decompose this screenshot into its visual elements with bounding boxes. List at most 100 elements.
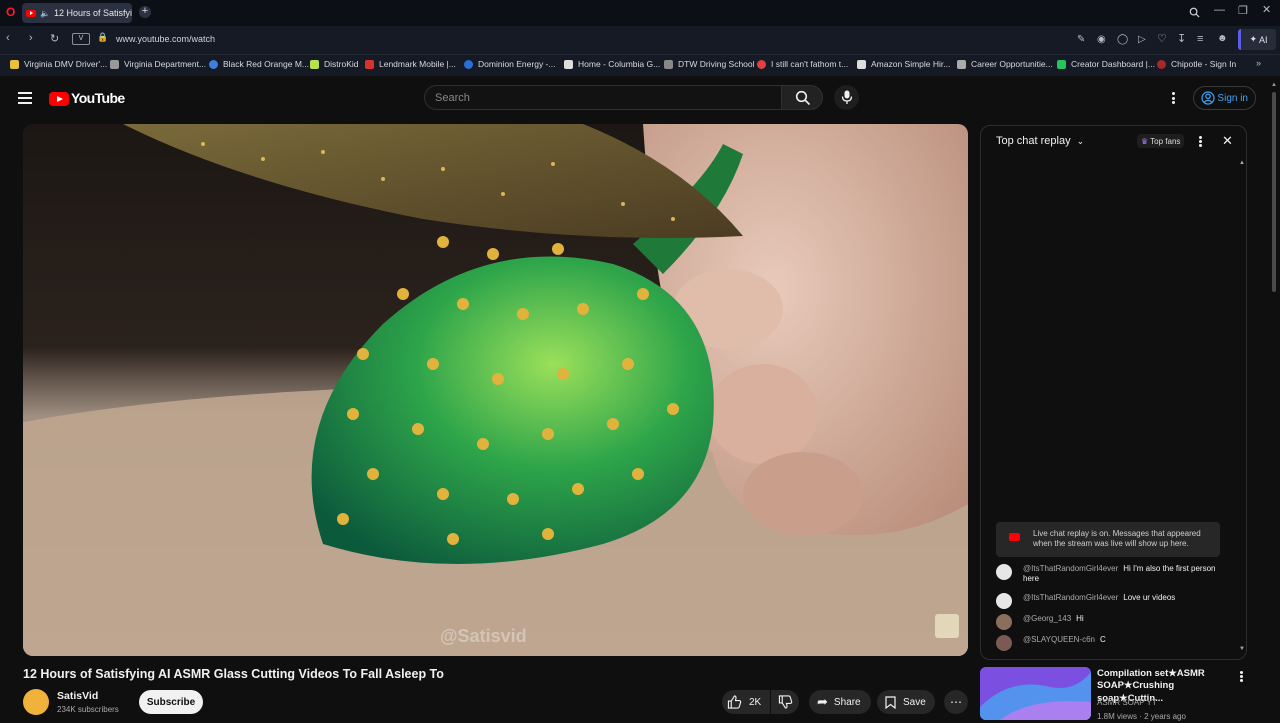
bookmark-item[interactable]: Home - Columbia G... bbox=[564, 59, 660, 69]
camera-icon[interactable]: ◉ bbox=[1097, 35, 1106, 45]
reload-icon[interactable]: ↻ bbox=[50, 34, 59, 45]
crown-icon: ♛ bbox=[1141, 136, 1149, 146]
bookmark-label: Virginia DMV Driver'... bbox=[24, 59, 108, 69]
thumbs-up-icon bbox=[727, 695, 742, 709]
chat-author[interactable]: @Georg_143 bbox=[1023, 614, 1071, 623]
bookmark-item[interactable]: Dominion Energy -... bbox=[464, 59, 555, 69]
lock-icon[interactable]: 🔒 bbox=[97, 33, 108, 42]
recommended-age: 2 years ago bbox=[1144, 711, 1186, 721]
sign-in-button[interactable]: Sign in bbox=[1193, 86, 1256, 110]
chat-author[interactable]: @SLAYQUEEN-c6n bbox=[1023, 635, 1095, 644]
like-button[interactable]: 2K bbox=[722, 690, 770, 714]
thumbs-down-icon bbox=[778, 695, 792, 709]
heart-icon[interactable]: ♡ bbox=[1157, 34, 1167, 45]
minimize-icon[interactable]: — bbox=[1214, 5, 1225, 16]
restore-icon[interactable]: ❐ bbox=[1238, 6, 1248, 17]
bookmark-item[interactable]: Career Opportunitie... bbox=[957, 59, 1053, 69]
browser-tab-active[interactable]: 🔈 12 Hours of Satisfying bbox=[22, 3, 132, 23]
share-label: Share bbox=[833, 696, 861, 708]
bookmark-item[interactable]: Virginia Department... bbox=[110, 59, 206, 69]
bookmark-item[interactable]: Lendmark Mobile |... bbox=[365, 59, 456, 69]
settings-more-icon[interactable] bbox=[1172, 92, 1176, 104]
chat-avatar[interactable] bbox=[996, 635, 1012, 651]
video-player[interactable] bbox=[23, 124, 968, 656]
forward-icon[interactable]: › bbox=[29, 33, 33, 44]
chat-author[interactable]: @ItsThatRandomGirl4ever bbox=[1023, 593, 1118, 602]
bookmark-label: Home - Columbia G... bbox=[578, 59, 661, 69]
speaker-icon[interactable]: 🔈 bbox=[40, 9, 50, 18]
close-chat-icon[interactable]: ✕ bbox=[1222, 133, 1233, 149]
channel-name[interactable]: SatisVid bbox=[57, 690, 98, 702]
recommended-views: 1.8M views bbox=[1097, 711, 1138, 721]
channel-avatar[interactable] bbox=[23, 689, 49, 715]
bookmark-label: DistroKid bbox=[324, 59, 359, 69]
player-icon[interactable]: ▷ bbox=[1138, 35, 1146, 45]
bookmark-item[interactable]: DistroKid bbox=[310, 59, 358, 69]
chat-scrollbar[interactable]: ▲ ▼ bbox=[1239, 160, 1245, 652]
bookmark-favicon-icon bbox=[757, 59, 766, 69]
page-scrollbar[interactable]: ▲ bbox=[1271, 82, 1277, 712]
opera-menu-icon[interactable]: O bbox=[6, 6, 15, 18]
chat-mode-dropdown[interactable]: Top chat replay ⌄ bbox=[996, 135, 1084, 147]
chat-replay-notice: Live chat replay is on. Messages that ap… bbox=[996, 522, 1220, 557]
easy-setup-icon[interactable]: ≡ bbox=[1197, 34, 1203, 45]
shield-icon[interactable]: ◯ bbox=[1117, 35, 1128, 45]
ai-label: AI bbox=[1259, 34, 1268, 45]
chat-message: @SLAYQUEEN-c6n C bbox=[996, 635, 1216, 651]
bookmarks-more-icon[interactable]: » bbox=[1256, 59, 1261, 68]
bookmark-favicon-icon bbox=[10, 59, 19, 69]
microphone-icon bbox=[841, 90, 853, 104]
bookmark-item[interactable]: Black Red Orange M... bbox=[209, 59, 309, 69]
search-tabs-icon[interactable] bbox=[1189, 7, 1200, 21]
ai-icon: ✦ bbox=[1249, 34, 1258, 44]
bookmark-item[interactable]: DTW Driving School bbox=[664, 59, 755, 69]
recommended-video-thumbnail[interactable] bbox=[980, 667, 1091, 720]
bookmark-favicon-icon bbox=[857, 59, 866, 69]
bookmark-item[interactable]: Virginia DMV Driver'... bbox=[10, 59, 107, 69]
save-button[interactable]: Save bbox=[877, 690, 935, 714]
top-fans-label: Top fans bbox=[1150, 136, 1181, 146]
search-button[interactable] bbox=[781, 85, 823, 110]
download-icon[interactable]: ↧ bbox=[1177, 34, 1186, 45]
youtube-logo-text[interactable]: YouTube bbox=[71, 90, 125, 106]
top-fans-button[interactable]: ♛ Top fans bbox=[1137, 134, 1185, 148]
bookmark-label: Virginia Department... bbox=[124, 59, 207, 69]
url-field[interactable]: www.youtube.com/watch bbox=[116, 34, 215, 44]
bookmark-item[interactable]: Chipotle - Sign In bbox=[1157, 59, 1236, 69]
chat-text: Love ur videos bbox=[1123, 593, 1176, 602]
video-frame bbox=[23, 124, 968, 656]
bookmark-label: DTW Driving School bbox=[678, 59, 755, 69]
youtube-logo-icon[interactable] bbox=[49, 92, 69, 106]
bookmark-item[interactable]: I still can't fathom t... bbox=[757, 59, 848, 69]
vpn-badge[interactable]: V bbox=[72, 33, 90, 45]
back-icon[interactable]: ‹ bbox=[6, 33, 10, 44]
ai-button[interactable]: ✦ AI bbox=[1238, 29, 1276, 50]
thumbnail-image bbox=[980, 667, 1091, 720]
search-input[interactable] bbox=[425, 86, 781, 109]
chat-more-icon[interactable] bbox=[1199, 136, 1203, 147]
more-actions-button[interactable]: ⋯ bbox=[944, 690, 968, 714]
share-button[interactable]: ➦ Share bbox=[809, 690, 871, 714]
chat-avatar[interactable] bbox=[996, 593, 1012, 609]
subscribe-button[interactable]: Subscribe bbox=[139, 690, 203, 714]
bookmark-label: Amazon Simple Hir... bbox=[871, 59, 951, 69]
close-window-icon[interactable]: ✕ bbox=[1262, 5, 1271, 16]
profile-icon[interactable]: ☻ bbox=[1217, 34, 1228, 44]
edit-page-icon[interactable]: ✎ bbox=[1077, 35, 1085, 45]
chat-avatar[interactable] bbox=[996, 564, 1012, 580]
chat-author[interactable]: @ItsThatRandomGirl4ever bbox=[1023, 564, 1118, 573]
bookmark-item[interactable]: Creator Dashboard |... bbox=[1057, 59, 1155, 69]
hamburger-menu-icon[interactable] bbox=[18, 92, 32, 104]
voice-search-button[interactable] bbox=[834, 85, 859, 110]
recommended-more-icon[interactable] bbox=[1240, 671, 1244, 682]
tab-title: 12 Hours of Satisfying bbox=[53, 8, 132, 18]
new-tab-button[interactable]: + bbox=[139, 6, 151, 18]
search-box bbox=[424, 85, 782, 110]
chat-avatar[interactable] bbox=[996, 614, 1012, 630]
bookmark-label: Creator Dashboard |... bbox=[1071, 59, 1155, 69]
recommended-channel[interactable]: ASMR SOAP YT bbox=[1097, 696, 1186, 710]
bookmark-item[interactable]: Amazon Simple Hir... bbox=[857, 59, 950, 69]
dislike-button[interactable] bbox=[771, 690, 799, 714]
account-icon bbox=[1201, 91, 1215, 105]
bookmark-label: Career Opportunitie... bbox=[971, 59, 1053, 69]
